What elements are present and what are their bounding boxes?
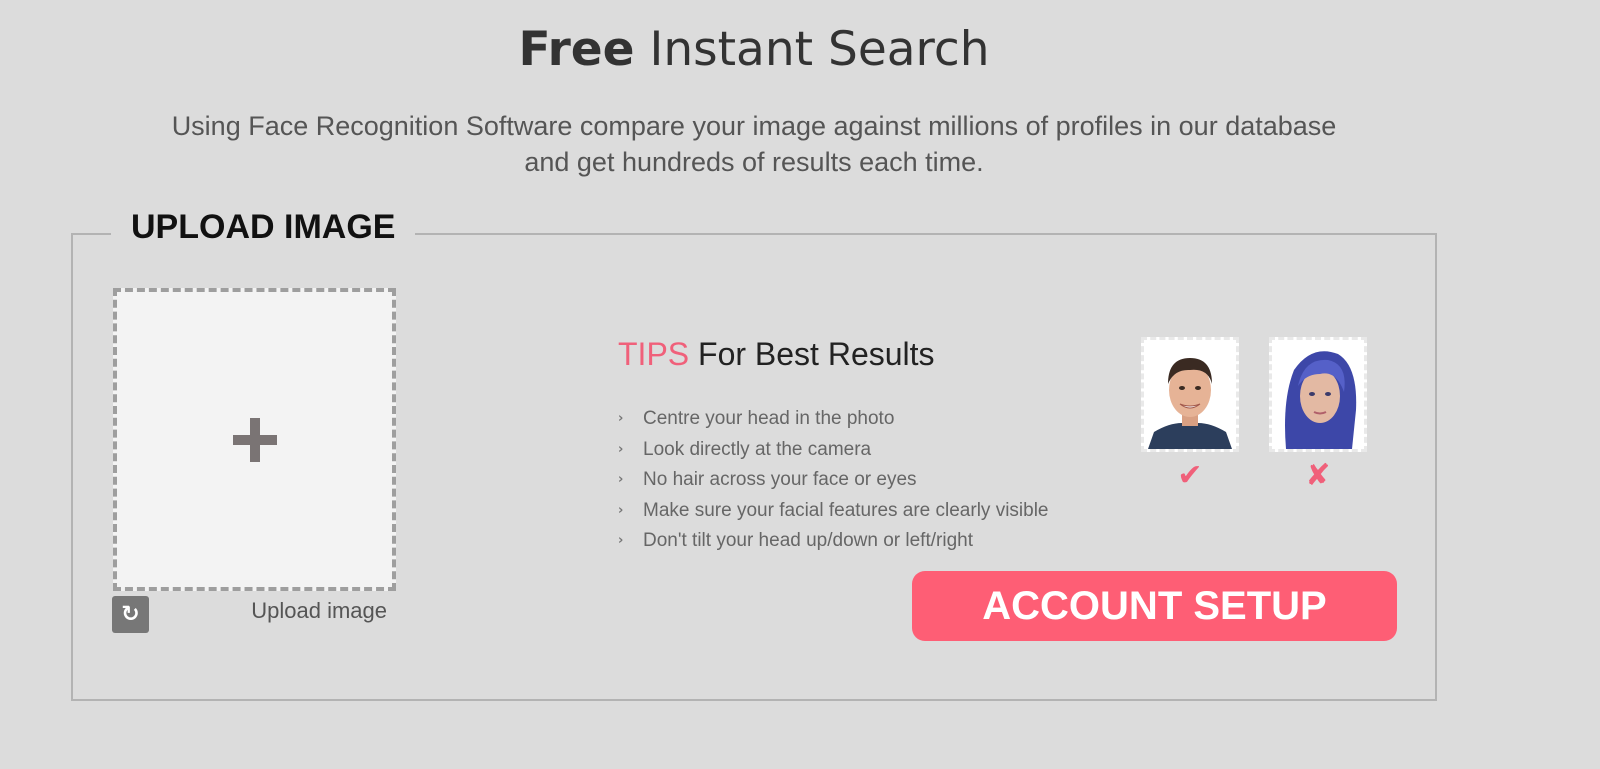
account-setup-button[interactable]: ACCOUNT SETUP [912, 571, 1397, 641]
bad-example-photo [1269, 337, 1367, 452]
tip-text: Don't tilt your head up/down or left/rig… [643, 530, 973, 551]
refresh-icon: ↻ [121, 602, 140, 627]
page-title-rest: Instant Search [649, 22, 990, 77]
page-title-bold: Free [518, 22, 635, 77]
tip-text: Look directly at the camera [643, 438, 872, 460]
list-item: › Don't tilt your head up/down or left/ri… [618, 526, 1049, 557]
refresh-button[interactable]: ↻ [112, 596, 149, 633]
tips-heading: TIPS For Best Results [618, 336, 935, 373]
list-item: › Centre your head in the photo [618, 404, 1049, 435]
image-dropzone[interactable] [113, 288, 396, 591]
tip-text: Centre your head in the photo [643, 408, 895, 429]
good-example-photo [1141, 337, 1239, 452]
list-item: › Look directly at the camera [618, 435, 1049, 466]
tips-list: › Centre your head in the photo › Look dir… [618, 404, 1049, 557]
cross-icon: ✘ [1305, 458, 1331, 493]
tips-heading-rest: For Best Results [698, 336, 935, 372]
tip-text: No hair across your face or eyes [643, 469, 917, 490]
woman-face-illustration [1272, 340, 1364, 449]
plus-icon [232, 417, 277, 462]
checkmark-icon: ✔ [1177, 458, 1203, 493]
chevron-right-icon: › [618, 441, 624, 457]
page-title: Free Instant Search [0, 22, 1508, 77]
upload-panel-legend: UPLOAD IMAGE [111, 205, 416, 249]
tip-text: Make sure your facial features are clear… [643, 499, 1049, 521]
chevron-right-icon: › [618, 533, 624, 548]
page-subtitle: Using Face Recognition Software compare … [0, 108, 1508, 180]
chevron-right-icon: › [618, 502, 624, 518]
chevron-right-icon: › [618, 411, 624, 426]
list-item: › Make sure your facial features are clea… [618, 496, 1049, 527]
list-item: › No hair across your face or eyes [618, 465, 1049, 496]
subtitle-line-1: Using Face Recognition Software compare … [171, 111, 1337, 141]
subtitle-line-2: and get hundreds of results each time. [524, 147, 984, 177]
upload-image-label: Upload image [251, 598, 387, 623]
chevron-right-icon: › [618, 472, 624, 487]
man-face-illustration [1144, 340, 1236, 449]
tips-heading-accent: TIPS [618, 336, 690, 372]
